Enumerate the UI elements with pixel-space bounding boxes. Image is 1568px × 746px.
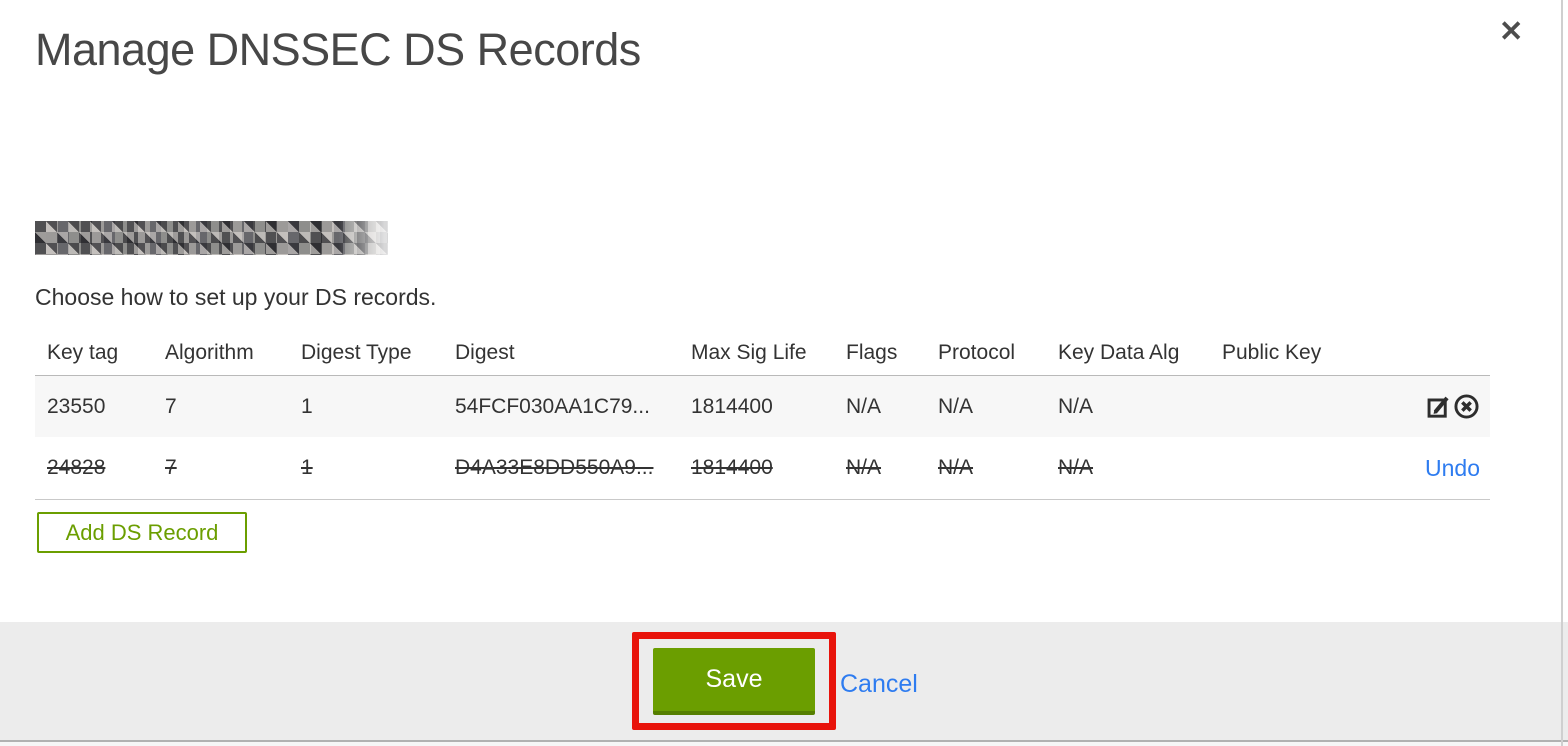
table-header-row: Key tag Algorithm Digest Type Digest Max… <box>35 330 1490 376</box>
delete-record-button[interactable] <box>1453 393 1480 420</box>
cell-key-tag: 23550 <box>47 394 106 418</box>
save-button[interactable]: Save <box>653 648 815 715</box>
cell-flags: N/A <box>846 394 882 418</box>
cell-digest-type: 1 <box>301 456 313 479</box>
cell-key-data-alg: N/A <box>1058 456 1094 479</box>
edit-record-button[interactable] <box>1425 393 1452 420</box>
cell-protocol: N/A <box>938 394 974 418</box>
table-row: 24828 7 1 D4A33E8DD550A9... 1814400 N/A … <box>35 437 1490 500</box>
cell-digest-type: 1 <box>301 394 313 418</box>
column-header-digest-type: Digest Type <box>301 340 412 364</box>
cell-algorithm: 7 <box>165 394 177 418</box>
cell-protocol: N/A <box>938 456 974 479</box>
cell-max-sig-life: 1814400 <box>691 394 773 418</box>
cell-digest: 54FCF030AA1C79... <box>455 394 650 418</box>
add-ds-record-button[interactable]: Add DS Record <box>37 512 247 553</box>
cancel-link[interactable]: Cancel <box>840 670 918 699</box>
row-actions: Undo <box>1380 455 1490 482</box>
ds-records-table: Key tag Algorithm Digest Type Digest Max… <box>35 330 1490 500</box>
column-header-protocol: Protocol <box>938 340 1016 364</box>
column-header-public-key: Public Key <box>1222 340 1322 364</box>
undo-link[interactable]: Undo <box>1425 455 1480 482</box>
close-icon[interactable]: ✕ <box>1499 18 1523 47</box>
column-header-algorithm: Algorithm <box>165 340 254 364</box>
cell-key-data-alg: N/A <box>1058 394 1094 418</box>
column-header-max-sig-life: Max Sig Life <box>691 340 807 364</box>
subtitle: Choose how to set up your DS records. <box>35 284 437 310</box>
cell-algorithm: 7 <box>165 456 177 479</box>
edit-icon <box>1427 396 1449 418</box>
column-header-key-data-alg: Key Data Alg <box>1058 340 1180 364</box>
cell-digest: D4A33E8DD550A9... <box>455 456 654 479</box>
column-header-key-tag: Key tag <box>47 340 119 364</box>
row-actions <box>1380 393 1490 420</box>
page-bottom-strip <box>0 742 1568 746</box>
table-row: 23550 7 1 54FCF030AA1C79... 1814400 N/A … <box>35 376 1490 437</box>
cell-max-sig-life: 1814400 <box>691 456 773 479</box>
column-header-digest: Digest <box>455 340 515 364</box>
delete-icon <box>1454 394 1479 419</box>
window-right-edge <box>1561 0 1563 746</box>
cell-flags: N/A <box>846 456 882 479</box>
column-header-flags: Flags <box>846 340 898 364</box>
redacted-domain-name <box>35 221 388 255</box>
page-title: Manage DNSSEC DS Records <box>35 24 641 75</box>
dialog-footer: Save Cancel <box>0 622 1568 740</box>
cell-key-tag: 24828 <box>47 456 106 479</box>
